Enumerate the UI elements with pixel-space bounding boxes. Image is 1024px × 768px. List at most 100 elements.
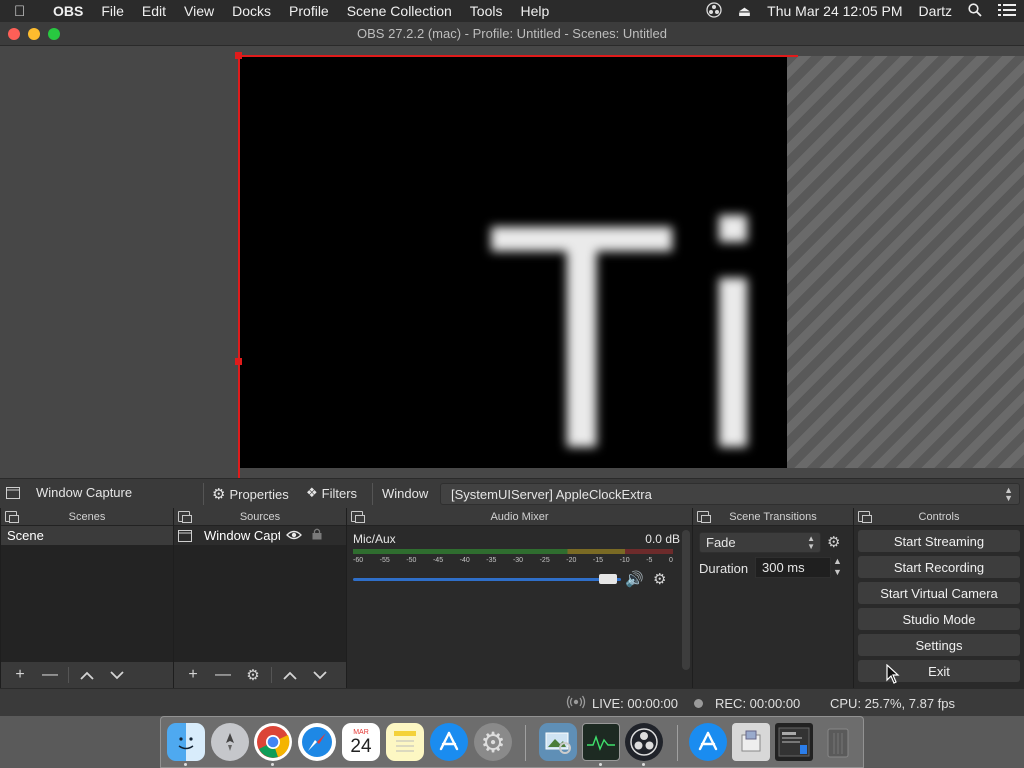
transition-select[interactable]: Fade ▲ ▼ bbox=[699, 532, 821, 553]
meter-tick-label: -10 bbox=[619, 557, 630, 564]
controls-dock: Controls Start Streaming Start Recording… bbox=[853, 508, 1024, 688]
lock-icon[interactable] bbox=[312, 528, 322, 543]
menu-scene-collection[interactable]: Scene Collection bbox=[338, 3, 461, 19]
launchpad-icon[interactable] bbox=[211, 723, 249, 761]
context-source-name: Window Capture bbox=[36, 485, 133, 500]
scene-item-label: Scene bbox=[7, 528, 44, 543]
running-indicator bbox=[642, 763, 645, 766]
menu-file[interactable]: File bbox=[92, 3, 133, 19]
move-source-down-button[interactable] bbox=[305, 664, 335, 686]
preview-canvas[interactable]: Ti bbox=[0, 46, 1024, 478]
undock-icon[interactable] bbox=[858, 511, 872, 523]
window-select-value: [SystemUIServer] AppleClockExtra bbox=[451, 486, 652, 502]
maximize-window-button[interactable] bbox=[48, 28, 60, 40]
transition-settings-gear-icon[interactable]: ⚙ bbox=[827, 533, 840, 551]
speaker-mute-icon[interactable]: 🔊 bbox=[625, 570, 644, 588]
system-preferences-gear-icon[interactable]: ⚙ bbox=[474, 723, 512, 761]
menu-edit[interactable]: Edit bbox=[133, 3, 175, 19]
app-store-icon[interactable] bbox=[430, 723, 468, 761]
filter-icon: ❖ bbox=[306, 485, 318, 500]
apple-menu-icon[interactable]:  bbox=[14, 3, 44, 20]
eject-icon[interactable]: ⏏ bbox=[730, 3, 759, 20]
resize-handle-top-left[interactable] bbox=[235, 52, 242, 59]
settings-button[interactable]: Settings bbox=[858, 634, 1020, 656]
calendar-day: 24 bbox=[350, 735, 372, 757]
macos-menubar:  OBS File Edit View Docks Profile Scene… bbox=[0, 0, 1024, 22]
resize-handle-left[interactable] bbox=[235, 358, 242, 365]
exit-button[interactable]: Exit bbox=[858, 660, 1020, 682]
scene-item[interactable]: Scene bbox=[1, 526, 173, 545]
live-timer: LIVE: 00:00:00 bbox=[592, 696, 679, 711]
start-virtual-camera-button[interactable]: Start Virtual Camera bbox=[858, 582, 1020, 604]
start-streaming-button[interactable]: Start Streaming bbox=[858, 530, 1020, 552]
menubar-user[interactable]: Dartz bbox=[911, 3, 960, 19]
window-titlebar[interactable]: OBS 27.2.2 (mac) - Profile: Untitled - S… bbox=[0, 22, 1024, 46]
remove-source-button[interactable]: — bbox=[208, 664, 238, 686]
close-window-button[interactable] bbox=[8, 28, 20, 40]
preview-app-icon[interactable] bbox=[539, 723, 577, 761]
minimize-window-button[interactable] bbox=[28, 28, 40, 40]
notification-center-icon[interactable] bbox=[990, 3, 1024, 19]
source-properties-gear-icon[interactable]: ⚙ bbox=[238, 664, 268, 686]
app-store-downloads-icon[interactable] bbox=[689, 723, 727, 761]
studio-mode-button[interactable]: Studio Mode bbox=[858, 608, 1020, 630]
move-scene-up-button[interactable] bbox=[72, 664, 102, 686]
sources-title: Sources bbox=[239, 510, 281, 523]
start-recording-button[interactable]: Start Recording bbox=[858, 556, 1020, 578]
properties-button[interactable]: ⚙ Properties bbox=[212, 485, 289, 503]
select-arrows-icon: ▲ ▼ bbox=[807, 534, 815, 551]
finder-icon[interactable] bbox=[167, 723, 205, 761]
undock-icon[interactable] bbox=[697, 511, 711, 523]
meter-tick-label: -60 bbox=[353, 557, 364, 564]
sources-toolbar: + — ⚙ bbox=[174, 662, 346, 688]
calendar-icon[interactable]: MAR 24 bbox=[342, 723, 380, 761]
mixer-settings-gear-icon[interactable]: ⚙ bbox=[653, 570, 666, 588]
move-scene-down-button[interactable] bbox=[102, 664, 132, 686]
filters-button[interactable]: ❖ Filters bbox=[306, 485, 357, 501]
undock-icon[interactable] bbox=[178, 511, 192, 523]
screenshot-window-icon[interactable] bbox=[775, 723, 813, 761]
duration-input[interactable]: 300 ms bbox=[755, 557, 831, 578]
source-item[interactable]: Window Capture bbox=[174, 526, 346, 545]
scene-transitions-title: Scene Transitions bbox=[729, 510, 817, 523]
chrome-icon[interactable] bbox=[254, 723, 292, 761]
add-scene-button[interactable]: + bbox=[5, 664, 35, 686]
remove-scene-button[interactable]: — bbox=[35, 664, 65, 686]
meter-tick-label: -25 bbox=[539, 557, 550, 564]
activity-monitor-icon[interactable] bbox=[582, 723, 620, 761]
scenes-dock: Scenes Scene + — bbox=[0, 508, 173, 688]
menu-app-name[interactable]: OBS bbox=[44, 3, 92, 19]
meter-tick-label: -55 bbox=[379, 557, 390, 564]
menu-profile[interactable]: Profile bbox=[280, 3, 338, 19]
duration-stepper-icon[interactable]: ▲ ▼ bbox=[833, 556, 842, 578]
move-source-up-button[interactable] bbox=[275, 664, 305, 686]
undock-icon[interactable] bbox=[5, 511, 19, 523]
source-selection-box[interactable] bbox=[238, 55, 798, 478]
duration-label: Duration bbox=[699, 561, 749, 576]
menubar-clock[interactable]: Thu Mar 24 12:05 PM bbox=[759, 3, 910, 19]
running-indicator bbox=[184, 763, 187, 766]
window-select[interactable]: [SystemUIServer] AppleClockExtra ▲ ▼ bbox=[440, 483, 1020, 505]
mixer-scrollbar[interactable] bbox=[682, 530, 690, 670]
menu-docks[interactable]: Docks bbox=[223, 3, 280, 19]
safari-icon[interactable] bbox=[298, 723, 336, 761]
obs-status-icon[interactable] bbox=[698, 1, 730, 21]
volume-slider-handle[interactable] bbox=[598, 574, 617, 584]
trash-icon[interactable] bbox=[819, 723, 857, 761]
mixer-channel-name: Mic/Aux bbox=[353, 532, 396, 546]
running-indicator bbox=[599, 763, 602, 766]
menu-view[interactable]: View bbox=[175, 3, 223, 19]
notes-icon[interactable] bbox=[386, 723, 424, 761]
menu-tools[interactable]: Tools bbox=[461, 3, 512, 19]
undock-icon[interactable] bbox=[351, 511, 365, 523]
visibility-eye-icon[interactable] bbox=[286, 528, 302, 543]
context-source: Window Capture bbox=[6, 485, 132, 500]
volume-slider-track[interactable] bbox=[353, 578, 621, 581]
menu-help[interactable]: Help bbox=[511, 3, 558, 19]
obs-app-icon[interactable] bbox=[625, 723, 663, 761]
spotlight-search-icon[interactable] bbox=[960, 2, 990, 20]
controls-title: Controls bbox=[918, 510, 960, 523]
document-folder-icon[interactable] bbox=[732, 723, 770, 761]
add-source-button[interactable]: + bbox=[178, 664, 208, 686]
canvas-outside-area bbox=[786, 56, 1024, 468]
